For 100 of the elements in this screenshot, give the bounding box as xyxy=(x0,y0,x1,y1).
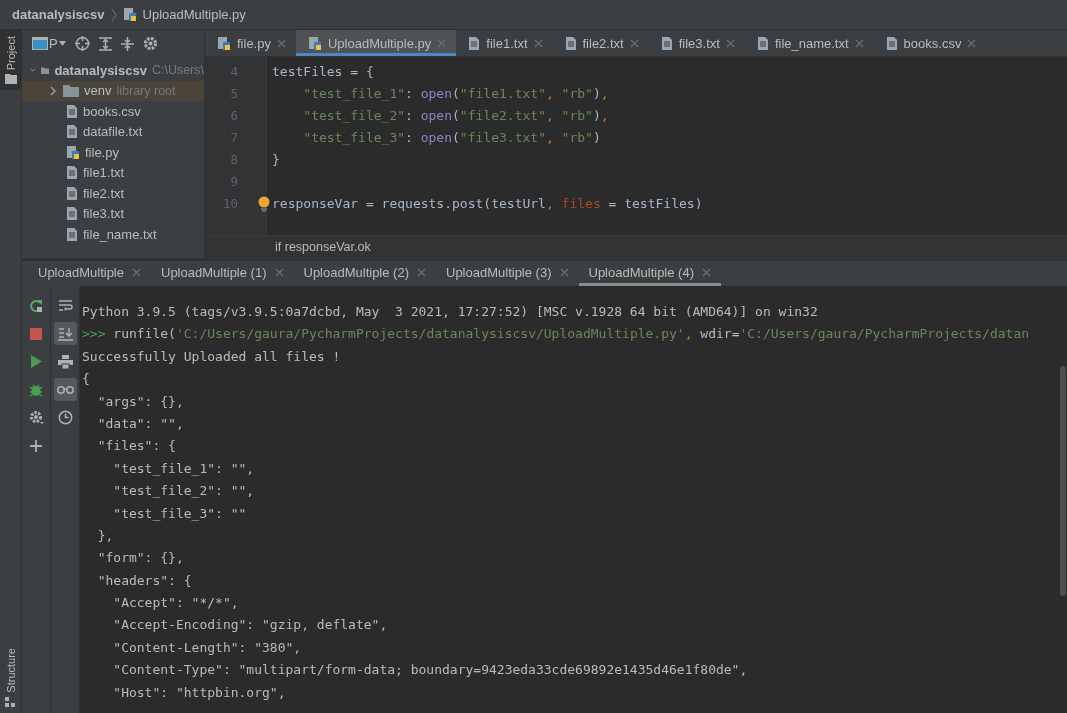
text-file-icon xyxy=(756,35,769,51)
console-line: "test_file_2": "", xyxy=(112,482,256,501)
stop-icon xyxy=(30,327,42,340)
side-tab[interactable]: Structure xyxy=(0,642,21,713)
text-file-icon xyxy=(66,103,78,119)
run-tab[interactable]: UploadMultiple (1) xyxy=(151,261,294,286)
scroll-to-end-icon xyxy=(57,326,73,341)
run-icon xyxy=(30,355,42,368)
console-line: "files": { xyxy=(96,437,177,456)
close-icon[interactable] xyxy=(967,38,977,48)
close-icon[interactable] xyxy=(132,267,141,277)
close-icon[interactable] xyxy=(276,38,286,48)
tree-item[interactable]: file.py xyxy=(22,142,204,163)
console-line: "headers": { xyxy=(96,571,193,590)
view-dropdown[interactable]: P xyxy=(32,36,66,51)
side-tab[interactable]: Project xyxy=(0,30,21,91)
tree-item[interactable]: datafile.txt xyxy=(22,121,204,142)
console-line: "test_file_3": "" xyxy=(112,504,248,523)
tree-item[interactable]: file3.txt xyxy=(22,203,204,224)
text-file-icon xyxy=(66,185,78,201)
console-line: "Content-Type": "multipart/form-data; boundary=9423eda33cde69892e1435d46e1f80de", xyxy=(112,661,749,680)
scrollbar[interactable] xyxy=(1060,366,1066,596)
code-line: responseVar = requests.post(testUrl, files = testFiles) xyxy=(272,193,1067,215)
editor-tab[interactable]: file3.txt xyxy=(648,30,745,56)
close-icon[interactable] xyxy=(725,38,735,48)
plus-icon xyxy=(30,439,42,452)
console-line: "Content-Length": "380", xyxy=(112,638,303,657)
chevron-right-icon[interactable] xyxy=(48,85,58,96)
rerun-icon xyxy=(29,298,43,313)
text-file-icon xyxy=(66,165,78,181)
console-line: >>> runfile('C:/Users/gaura/PycharmProjects/datanalysiscsv/UploadMultiple.py', wdir='C:/Users/gaura/PycharmProjects/datan xyxy=(82,325,1031,344)
crosshair-icon[interactable] xyxy=(74,36,90,51)
text-file-icon xyxy=(66,124,78,140)
editor-tab[interactable]: file2.txt xyxy=(552,30,649,56)
python-file-icon xyxy=(307,35,322,51)
close-icon[interactable] xyxy=(417,267,426,277)
glasses-button[interactable] xyxy=(53,378,77,401)
run-tab[interactable]: UploadMultiple (3) xyxy=(436,261,579,286)
breadcrumb-item[interactable]: datanalysiscsv xyxy=(12,7,105,22)
close-icon[interactable] xyxy=(559,267,569,277)
window-icon xyxy=(32,37,48,50)
python-file-icon xyxy=(217,35,231,51)
console-line: "test_file_1": "", xyxy=(112,459,256,478)
console-line: "Accept": "*/*", xyxy=(112,594,240,613)
tree-item[interactable]: file2.txt xyxy=(22,183,204,204)
tree-item[interactable]: file1.txt xyxy=(22,162,204,183)
code-line: } xyxy=(272,151,281,169)
chevron-right-icon xyxy=(110,7,117,22)
close-icon[interactable] xyxy=(702,267,711,277)
caret-icon xyxy=(58,41,66,46)
run-tab[interactable]: UploadMultiple xyxy=(28,261,151,286)
text-file-icon xyxy=(885,35,898,51)
code-line: "test_file_2": open("file2.txt", "rb"), xyxy=(302,107,610,125)
run-tab[interactable]: UploadMultiple (2) xyxy=(293,261,436,286)
settings-icon xyxy=(28,410,44,425)
breadcrumb-item[interactable]: UploadMultiple.py xyxy=(142,7,246,22)
tree-item[interactable]: datanalysiscsv C:\Users\ xyxy=(22,60,204,81)
console-line: Successfully Uploaded all files ! xyxy=(82,347,342,366)
text-file-icon xyxy=(468,35,481,51)
editor-tab[interactable]: UploadMultiple.py xyxy=(295,30,457,56)
tree-item[interactable]: books.csv xyxy=(22,101,204,122)
python-file-icon xyxy=(66,144,80,160)
lightbulb-icon[interactable] xyxy=(258,196,270,212)
close-icon[interactable] xyxy=(274,267,284,277)
close-icon[interactable] xyxy=(629,38,639,48)
code-line: "test_file_3": open("file3.txt", "rb") xyxy=(302,129,602,147)
text-file-icon xyxy=(564,35,577,51)
console-line: "Host": "httpbin.org", xyxy=(112,683,287,702)
editor-tab[interactable]: books.csv xyxy=(873,30,987,56)
text-file-icon xyxy=(66,226,78,242)
soft-wrap-icon xyxy=(57,298,73,313)
code-line: "test_file_1": open("file1.txt", "rb"), xyxy=(302,85,610,103)
text-file-icon xyxy=(66,206,78,222)
code-line: testFiles = { xyxy=(272,63,375,81)
python-file-icon xyxy=(122,7,137,22)
bug-icon xyxy=(29,382,43,397)
folder-icon xyxy=(4,74,17,85)
clock-icon xyxy=(57,410,73,425)
editor-tab[interactable]: file1.txt xyxy=(456,30,553,56)
close-icon[interactable] xyxy=(854,38,864,48)
settings-icon[interactable] xyxy=(142,36,158,51)
editor-tab[interactable]: file.py xyxy=(205,30,296,56)
breadcrumb-hint: if responseVar.ok xyxy=(275,240,371,254)
folder-icon xyxy=(63,84,79,98)
editor-tab[interactable]: file_name.txt xyxy=(744,30,874,56)
printer-icon xyxy=(57,354,73,369)
collapse-all-icon[interactable] xyxy=(120,36,134,51)
console-line: "Accept-Encoding": "gzip, deflate", xyxy=(112,616,389,635)
console-line: Python 3.9.5 (tags/v3.9.5:0a7dcbd, May 3 2021, 17:27:52) [MSC v.1928 64 bit (AMD64)] on win32 xyxy=(82,303,819,321)
tree-item[interactable]: venv library root xyxy=(22,80,204,101)
close-icon[interactable] xyxy=(533,38,543,48)
console-line: "data": "", xyxy=(96,414,185,433)
console-line: "args": {}, xyxy=(96,392,185,411)
tree-item[interactable]: file_name.txt xyxy=(22,224,204,245)
console-line: { xyxy=(82,370,91,389)
console-line: }, xyxy=(96,526,115,545)
text-file-icon xyxy=(660,35,673,51)
expand-all-icon[interactable] xyxy=(98,36,112,51)
glasses-icon xyxy=(56,385,74,394)
scroll-end-button[interactable] xyxy=(53,322,77,345)
